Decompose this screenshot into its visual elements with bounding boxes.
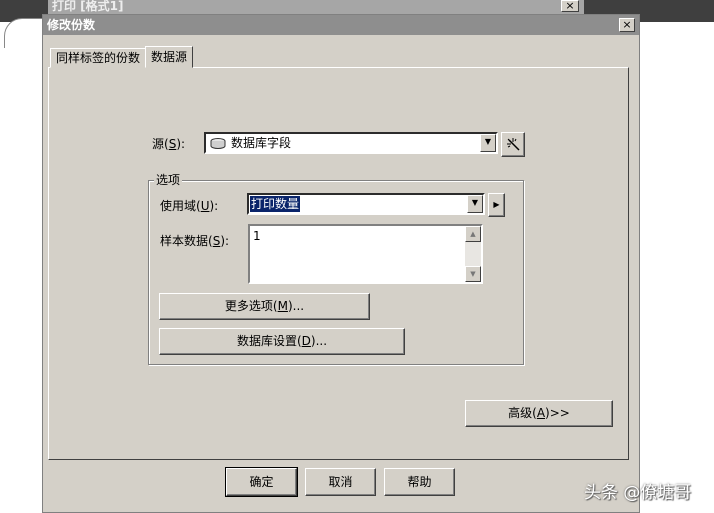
source-wizard-button[interactable] (501, 132, 525, 157)
sample-data-textarea[interactable]: 1 ▲ ▼ (248, 224, 483, 284)
desktop-curve-decor (4, 18, 44, 48)
tab-data-source[interactable]: 数据源 (145, 46, 194, 68)
database-settings-button[interactable]: 数据库设置(D)... (159, 328, 405, 355)
scroll-up-button[interactable]: ▲ (465, 226, 481, 242)
options-group-title: 选项 (154, 173, 183, 187)
dialog-close-button[interactable]: × (619, 18, 635, 32)
help-button[interactable]: 帮助 (384, 468, 455, 496)
magic-wand-icon (507, 138, 520, 151)
dialog-title: 修改份数 (47, 18, 96, 32)
source-dropdown-arrow[interactable]: ▼ (480, 134, 496, 152)
tab-copies[interactable]: 同样标签的份数 (50, 48, 147, 68)
source-dropdown[interactable]: 数据库字段 ▼ (204, 132, 498, 154)
watermark-text: 头条 @僚塘哥 (584, 483, 692, 503)
advanced-button[interactable]: 高级(A)>> (465, 400, 613, 427)
source-value: 数据库字段 (231, 136, 292, 150)
sample-data-label: 样本数据(S): (160, 234, 230, 248)
more-options-button[interactable]: 更多选项(M)... (159, 293, 370, 320)
use-field-dropdown-arrow[interactable]: ▼ (467, 195, 483, 213)
scroll-down-button[interactable]: ▼ (465, 266, 481, 282)
insert-field-arrow-button[interactable]: ▶ (488, 193, 505, 217)
use-field-value: 打印数量 (250, 196, 301, 212)
desktop-left-area (0, 22, 42, 513)
source-label: 源(S): (152, 137, 186, 151)
background-close-button[interactable]: × (561, 0, 579, 12)
background-window-title: 打印 [格式1] (48, 0, 584, 14)
sample-data-value: 1 (253, 229, 261, 243)
use-field-label: 使用域(U): (160, 199, 219, 213)
cancel-button[interactable]: 取消 (305, 468, 376, 496)
database-icon (210, 138, 226, 149)
desktop-right-area (640, 22, 714, 513)
dialog-titlebar (43, 15, 639, 35)
ok-button[interactable]: 确定 (225, 467, 298, 497)
use-field-dropdown[interactable]: 打印数量 ▼ (247, 193, 485, 215)
sample-data-scrollbar[interactable]: ▲ ▼ (465, 226, 481, 282)
